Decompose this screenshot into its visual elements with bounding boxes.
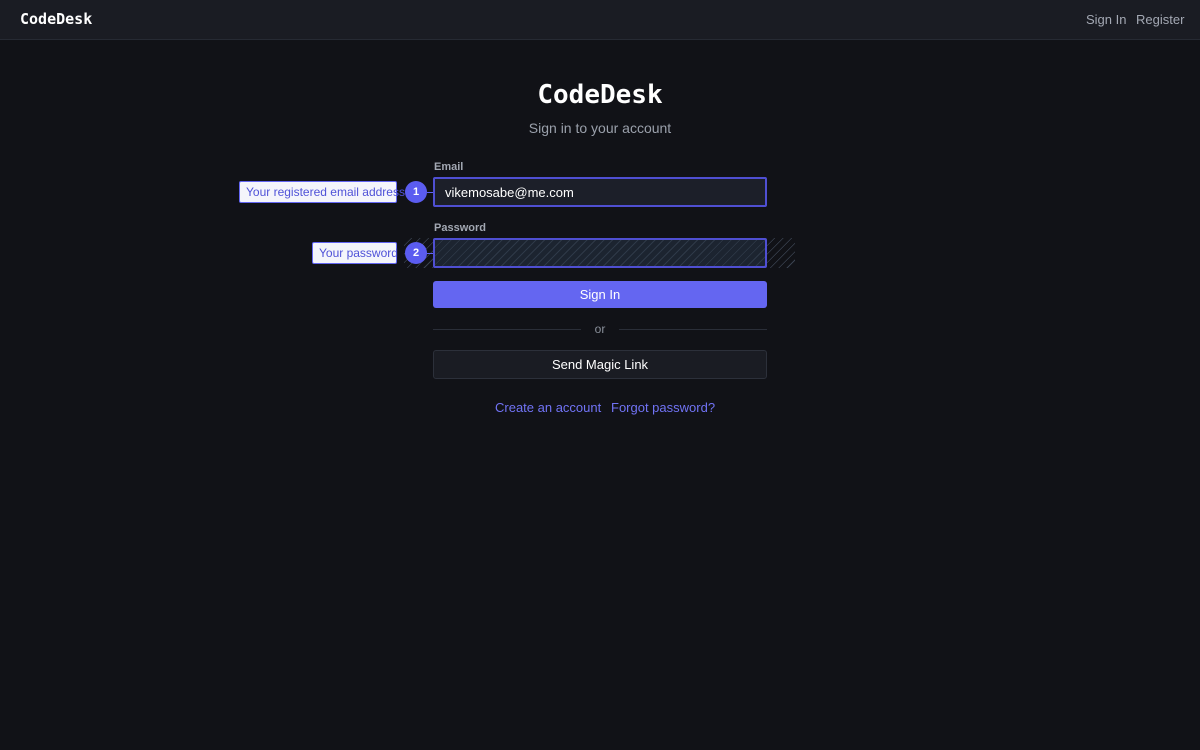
email-hint-annotation: Your registered email address bbox=[239, 181, 405, 203]
email-field[interactable] bbox=[433, 177, 767, 207]
page-title: CodeDesk bbox=[537, 80, 663, 110]
create-account-link[interactable]: Create an account bbox=[495, 400, 601, 415]
password-label: Password bbox=[434, 222, 486, 234]
brand-logo[interactable]: CodeDesk bbox=[20, 10, 92, 28]
password-field[interactable] bbox=[433, 238, 767, 268]
email-label: Email bbox=[434, 161, 464, 173]
page-subtitle: Sign in to your account bbox=[528, 120, 672, 136]
password-redaction-hatch-right bbox=[767, 238, 795, 268]
password-hint-annotation: Your password bbox=[312, 242, 398, 264]
nav-sign-in-link[interactable]: Sign In bbox=[1086, 12, 1126, 27]
divider-line-left bbox=[433, 329, 581, 330]
send-magic-link-button[interactable]: Send Magic Link bbox=[433, 350, 767, 379]
sign-in-button[interactable]: Sign In bbox=[433, 281, 767, 308]
forgot-password-link[interactable]: Forgot password? bbox=[611, 400, 715, 415]
top-nav: CodeDesk Sign In Register bbox=[0, 0, 1200, 40]
divider-or-text: or bbox=[594, 322, 606, 336]
password-step-badge: 2 bbox=[405, 242, 427, 264]
email-step-badge: 1 bbox=[405, 181, 427, 203]
nav-register-link[interactable]: Register bbox=[1136, 12, 1184, 27]
divider-line-right bbox=[619, 329, 767, 330]
